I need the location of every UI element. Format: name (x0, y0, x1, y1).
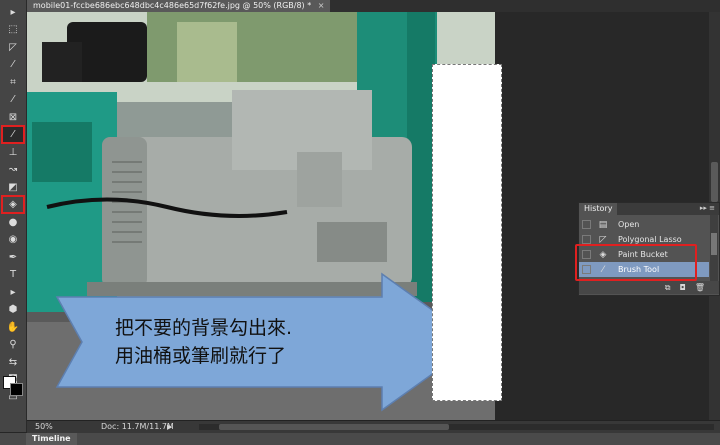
wand-icon: ⁄ (12, 58, 14, 70)
document-tab-title: mobile01-fccbe686ebc648dbc4c486e65d7f62f… (33, 1, 312, 10)
stamp-tool[interactable]: ⊥ (3, 145, 23, 160)
swap-icon: ⇆ (8, 356, 18, 368)
status-bar: 50% Doc: 11.7M/11.7M ▶ (27, 420, 720, 433)
paint-bucket-icon: ◈ (599, 249, 607, 260)
history-state-polygonal-lasso[interactable]: ◸ Polygonal Lasso (579, 232, 709, 247)
horizontal-scroll-thumb[interactable] (219, 424, 449, 430)
zoom-icon: ⚲ (9, 338, 17, 350)
hand-tool[interactable]: ✋ (3, 320, 23, 335)
eyedropper-icon: ⁄ (12, 93, 14, 105)
path-selection-tool[interactable]: ▸ (3, 285, 23, 300)
dodge-icon: ● (8, 216, 18, 228)
shape-icon: ⬢ (8, 303, 18, 315)
callout-line-1: 把不要的背景勾出來. (115, 317, 293, 339)
history-state-label: Open (618, 220, 640, 229)
document-tab[interactable]: mobile01-fccbe686ebc648dbc4c486e65d7f62f… (27, 0, 331, 12)
selection-region (432, 64, 502, 401)
healing-tool[interactable]: ⊠ (3, 110, 23, 125)
path-selection-icon: ▸ (10, 286, 16, 298)
vertical-scroll-thumb[interactable] (711, 162, 718, 202)
history-source-checkbox[interactable] (582, 235, 591, 244)
paint-bucket-tool[interactable]: ◈ (1, 195, 25, 214)
history-state-paint-bucket[interactable]: ◈ Paint Bucket (579, 247, 709, 262)
callout-text: 把不要的背景勾出來. 用油桶或筆刷就行了 (115, 314, 435, 370)
background-color-swatch[interactable] (10, 383, 23, 396)
move-tool[interactable]: ▸ (3, 5, 23, 20)
eraser-icon: ◩ (8, 181, 18, 193)
brush-tool[interactable]: ⁄ (1, 125, 25, 144)
blur-tool[interactable]: ◉ (3, 232, 23, 247)
history-source-checkbox[interactable] (582, 265, 591, 274)
callout-line-2: 用油桶或筆刷就行了 (115, 345, 287, 367)
zoom-level[interactable]: 50% (35, 421, 53, 433)
dodge-tool[interactable]: ● (3, 215, 23, 230)
blur-icon: ◉ (8, 233, 18, 245)
lasso-icon: ◸ (9, 41, 17, 53)
marquee-tool[interactable]: ⬚ (3, 22, 23, 37)
history-source-checkbox[interactable] (582, 220, 591, 229)
trash-icon[interactable]: 🗑 (695, 283, 705, 292)
history-state-brush-tool[interactable]: ⁄ Brush Tool (579, 262, 709, 277)
panel-menu-icon[interactable]: ▸▸ ≡ (700, 204, 715, 212)
history-scroll-thumb[interactable] (711, 233, 717, 255)
history-panel: History ▸▸ ≡ ▤ Open ◸ Polygonal Lasso ◈ Paint… (578, 202, 720, 296)
history-state-label: Brush Tool (618, 265, 660, 274)
tools-panel: ▸⬚◸⁄⌗⁄⊠⁄⊥↝◩◈●◉✒T▸⬢✋⚲⇆◙▭ (0, 0, 27, 432)
marquee-icon: ⬚ (8, 23, 18, 35)
document-tab-bar: mobile01-fccbe686ebc648dbc4c486e65d7f62f… (27, 0, 720, 12)
eraser-tool[interactable]: ◩ (3, 180, 23, 195)
history-state-label: Polygonal Lasso (618, 235, 682, 244)
zoom-tool[interactable]: ⚲ (3, 337, 23, 352)
open-document-icon: ▤ (598, 219, 608, 230)
history-brush-icon: ↝ (8, 163, 18, 175)
history-state-open[interactable]: ▤ Open (579, 217, 709, 232)
color-swatches[interactable] (3, 376, 23, 396)
paint-bucket-icon: ◈ (9, 198, 17, 210)
new-document-from-state-icon[interactable]: ⧉ (665, 283, 671, 293)
pen-tool[interactable]: ✒ (3, 250, 23, 265)
document-size: Doc: 11.7M/11.7M (101, 422, 174, 431)
brush-icon: ⁄ (602, 264, 604, 275)
polygonal-lasso-tool[interactable]: ◸ (3, 40, 23, 55)
eyedropper-tool[interactable]: ⁄ (3, 92, 23, 107)
history-panel-header: History ▸▸ ≡ (579, 203, 719, 215)
close-icon[interactable]: × (318, 1, 325, 10)
quick-selection-tool[interactable]: ⁄ (3, 57, 23, 72)
hand-icon: ✋ (6, 321, 20, 333)
history-tab[interactable]: History (579, 203, 618, 215)
timeline-panel: Timeline (0, 433, 720, 445)
history-scrollbar[interactable] (710, 215, 718, 281)
history-state-label: Paint Bucket (618, 250, 668, 259)
snapshot-camera-icon[interactable]: ◘ (680, 283, 686, 292)
shape-tool[interactable]: ⬢ (3, 302, 23, 317)
status-menu-arrow-icon[interactable]: ▶ (167, 421, 172, 433)
crop-icon: ⌗ (10, 76, 16, 88)
move-icon: ▸ (10, 6, 16, 18)
history-footer: ⧉ ◘ 🗑 (579, 281, 719, 294)
crop-tool[interactable]: ⌗ (3, 75, 23, 90)
history-brush-tool[interactable]: ↝ (3, 162, 23, 177)
type-tool[interactable]: T (3, 267, 23, 282)
bandage-icon: ⊠ (8, 111, 18, 123)
pen-icon: ✒ (8, 251, 18, 263)
lasso-icon: ◸ (599, 234, 607, 245)
type-icon: T (9, 268, 17, 280)
swap-colors-tool[interactable]: ⇆ (3, 355, 23, 370)
history-source-checkbox[interactable] (582, 250, 591, 259)
horizontal-scrollbar[interactable] (199, 424, 714, 430)
stamp-icon: ⊥ (8, 146, 18, 158)
timeline-tab[interactable]: Timeline (26, 433, 77, 445)
brush-icon: ⁄ (12, 128, 14, 140)
